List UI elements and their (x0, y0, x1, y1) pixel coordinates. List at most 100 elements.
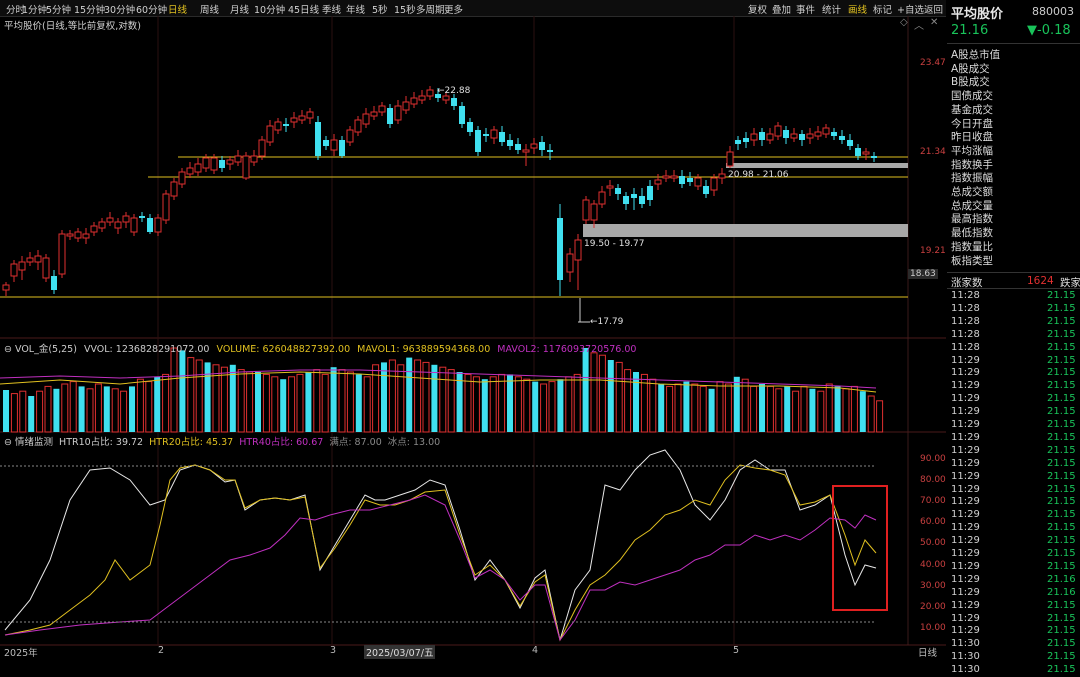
volume-bar (431, 364, 438, 432)
candle-body (566, 253, 574, 273)
tick-row: 11:29 21.15 (951, 354, 1076, 366)
volume-bar (439, 366, 447, 433)
tick-row: 11:28 21.15 (951, 290, 1076, 301)
candle-body (387, 108, 393, 124)
candle-body (654, 179, 662, 185)
volume-bar (876, 400, 884, 433)
volume-bar (540, 383, 548, 433)
htr40-line (4, 494, 877, 642)
volume-bar (129, 386, 135, 432)
candle-body (114, 221, 122, 229)
rise-count-value: 1624 (1027, 275, 1054, 287)
volume-bar (733, 376, 740, 432)
sentiment-tick: 10.00 (920, 622, 946, 633)
date-period: 日线 (918, 648, 938, 659)
volume-bar (330, 367, 337, 432)
volume-bar (154, 376, 161, 432)
tick-row: 11:29 21.15 (951, 406, 1076, 418)
tick-row: 11:29 21.15 (951, 625, 1076, 637)
volume-bar (683, 381, 690, 432)
volume-bar (280, 379, 287, 432)
candle-body (590, 203, 598, 221)
volume-bar (699, 385, 707, 433)
volume-bar (94, 383, 102, 433)
volume-bar (766, 385, 774, 433)
collapse-icon: ⊖ (4, 344, 12, 355)
index-title: 平均股价 (951, 7, 1004, 22)
candle-body (862, 151, 870, 155)
zone-lower-label: 19.50 - 19.77 (584, 239, 645, 249)
candle-body (315, 122, 321, 156)
tick-row: 11:29 21.15 (951, 483, 1076, 495)
index-price: 21.16 (951, 23, 989, 38)
volume-bar (615, 361, 623, 433)
volume-bar (346, 371, 354, 433)
sentiment-tick: 70.00 (920, 496, 946, 507)
tick-row: 11:29 21.15 (951, 535, 1076, 547)
candle-body (670, 175, 678, 179)
tick-row: 11:30 21.15 (951, 638, 1076, 650)
volume-bar (633, 372, 639, 432)
candle-body (234, 155, 242, 163)
candle-body (283, 124, 289, 126)
candle-body (467, 122, 473, 132)
volume-bar (464, 373, 472, 433)
volume-bar (867, 395, 875, 433)
candle-body (378, 105, 386, 113)
tick-row: 11:29 21.15 (951, 419, 1076, 430)
candle-body (82, 233, 90, 239)
volume-bar (658, 384, 665, 432)
candle-body (615, 188, 621, 194)
candle-body (710, 177, 718, 191)
htr10-line (4, 449, 877, 641)
sentiment-tick: 80.00 (920, 475, 946, 486)
candle-body (822, 127, 830, 135)
candle-body (162, 193, 170, 221)
candle-body (274, 121, 282, 131)
volume-bar (3, 390, 9, 432)
candle-body (855, 148, 861, 156)
sentiment-tick: 30.00 (920, 580, 946, 591)
price-tick-current: 18.63 (908, 269, 938, 279)
collapse-icon: ⊖ (4, 437, 12, 448)
tick-row: 11:28 21.15 (951, 302, 1076, 314)
tick-row: 11:29 21.15 (951, 599, 1076, 611)
volume-bar (61, 383, 69, 433)
volume-bar (111, 388, 119, 433)
volume-bar (784, 386, 791, 432)
tick-row: 11:28 21.15 (951, 341, 1076, 353)
candle-body (582, 199, 590, 221)
volume-bar (28, 396, 35, 432)
candle-body (475, 130, 481, 152)
candle-body (831, 132, 837, 136)
htr20-line (4, 464, 877, 642)
volume-bar (716, 381, 724, 433)
candle-body (219, 160, 225, 168)
volume-bar (666, 385, 674, 433)
volume-bar (78, 386, 85, 432)
candle-body (298, 115, 306, 121)
candle-body (147, 218, 153, 232)
tick-row: 11:29 21.15 (951, 380, 1076, 392)
candle-body (522, 149, 530, 153)
candle-body (26, 257, 34, 263)
volume-bar (422, 361, 430, 433)
candle-body (394, 105, 402, 121)
candle-body (598, 191, 606, 205)
volume-bar (220, 366, 228, 433)
tick-row: 11:28 21.15 (951, 315, 1076, 327)
candle-body (750, 133, 758, 141)
tick-row: 11:29 21.15 (951, 560, 1076, 572)
candle-body (194, 163, 202, 173)
volume-bar (406, 357, 413, 432)
volume-bar (212, 364, 220, 433)
index-code: 880003 (1032, 5, 1074, 18)
candle-body (451, 98, 457, 106)
tick-row: 11:29 21.15 (951, 393, 1076, 405)
candle-body (847, 140, 853, 146)
candle-body (426, 89, 434, 97)
candle-body (639, 196, 645, 204)
sentiment-tick: 50.00 (920, 538, 946, 549)
candle-body (362, 113, 370, 125)
candle-body (871, 156, 877, 158)
